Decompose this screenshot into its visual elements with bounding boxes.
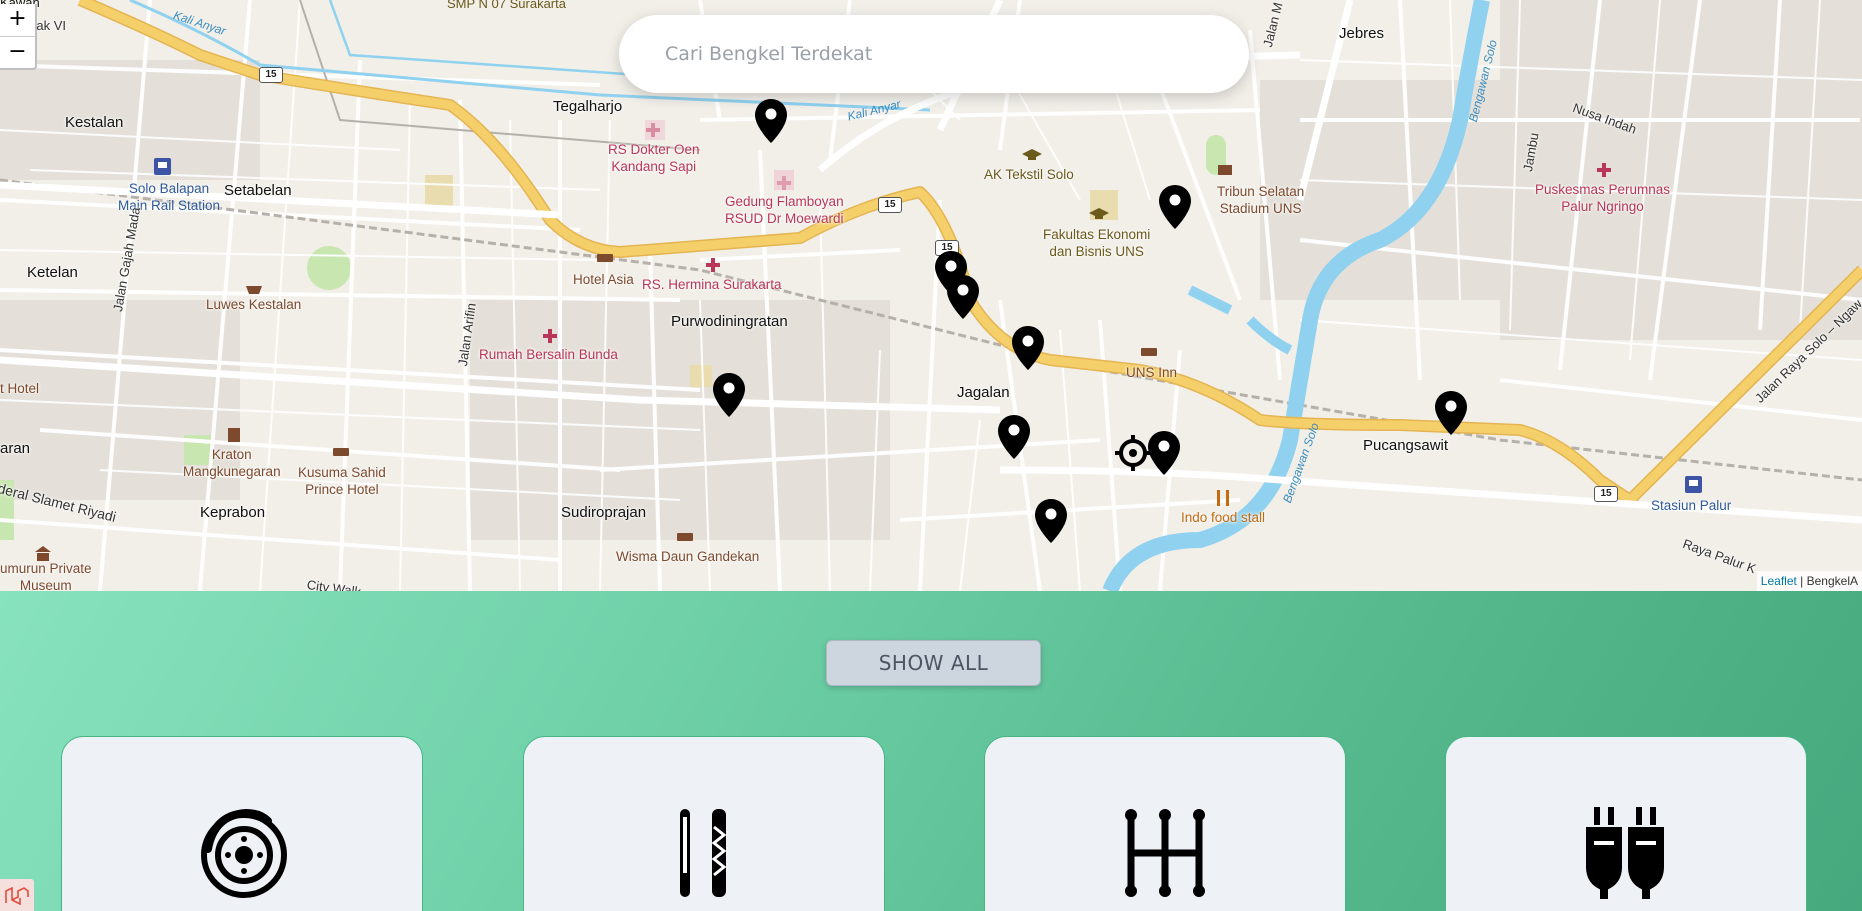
zoom-out-button[interactable]: − <box>0 36 35 68</box>
map-marker-icon[interactable] <box>997 414 1031 460</box>
service-panel: SHOW ALL <box>0 591 1862 911</box>
map-marker-icon[interactable] <box>1034 498 1068 544</box>
shock-absorber-icon <box>680 809 727 897</box>
route-shield: 15 <box>1594 486 1618 502</box>
brake-disc-icon <box>201 808 287 898</box>
route-shield: 15 <box>259 67 283 83</box>
leaflet-link[interactable]: Leaflet <box>1761 574 1797 588</box>
map-marker-icon[interactable] <box>1158 184 1192 230</box>
category-card-brakes[interactable] <box>61 736 423 911</box>
attribution-text: BengkelA <box>1806 574 1858 588</box>
zoom-control: + − <box>0 4 37 70</box>
map-marker-icon[interactable] <box>1434 390 1468 436</box>
map-marker-icon[interactable] <box>1011 325 1045 371</box>
map[interactable]: Tegalharjo Jebres Kestalan Setabelan Ket… <box>0 0 1862 591</box>
crosshair-icon[interactable] <box>1113 433 1153 473</box>
map-marker-icon[interactable] <box>934 250 968 296</box>
map-marker-icon[interactable] <box>754 98 788 144</box>
zoom-in-button[interactable]: + <box>0 4 35 36</box>
spark-plug-icon <box>1586 807 1664 899</box>
map-marker-icon[interactable] <box>712 372 746 418</box>
attribution-separator: | <box>1796 574 1807 588</box>
category-card-electrical[interactable] <box>1445 736 1807 911</box>
show-all-button[interactable]: SHOW ALL <box>826 640 1041 686</box>
category-card-transmission[interactable] <box>984 736 1346 911</box>
search-input[interactable] <box>665 35 1205 73</box>
route-shield: 15 <box>878 197 902 213</box>
category-card-suspension[interactable] <box>523 736 885 911</box>
map-attribution: Leaflet | BengkelA <box>1756 571 1862 591</box>
laravel-logo-icon <box>0 879 34 911</box>
gear-shifter-icon <box>1125 809 1205 897</box>
search-bar <box>619 15 1249 93</box>
